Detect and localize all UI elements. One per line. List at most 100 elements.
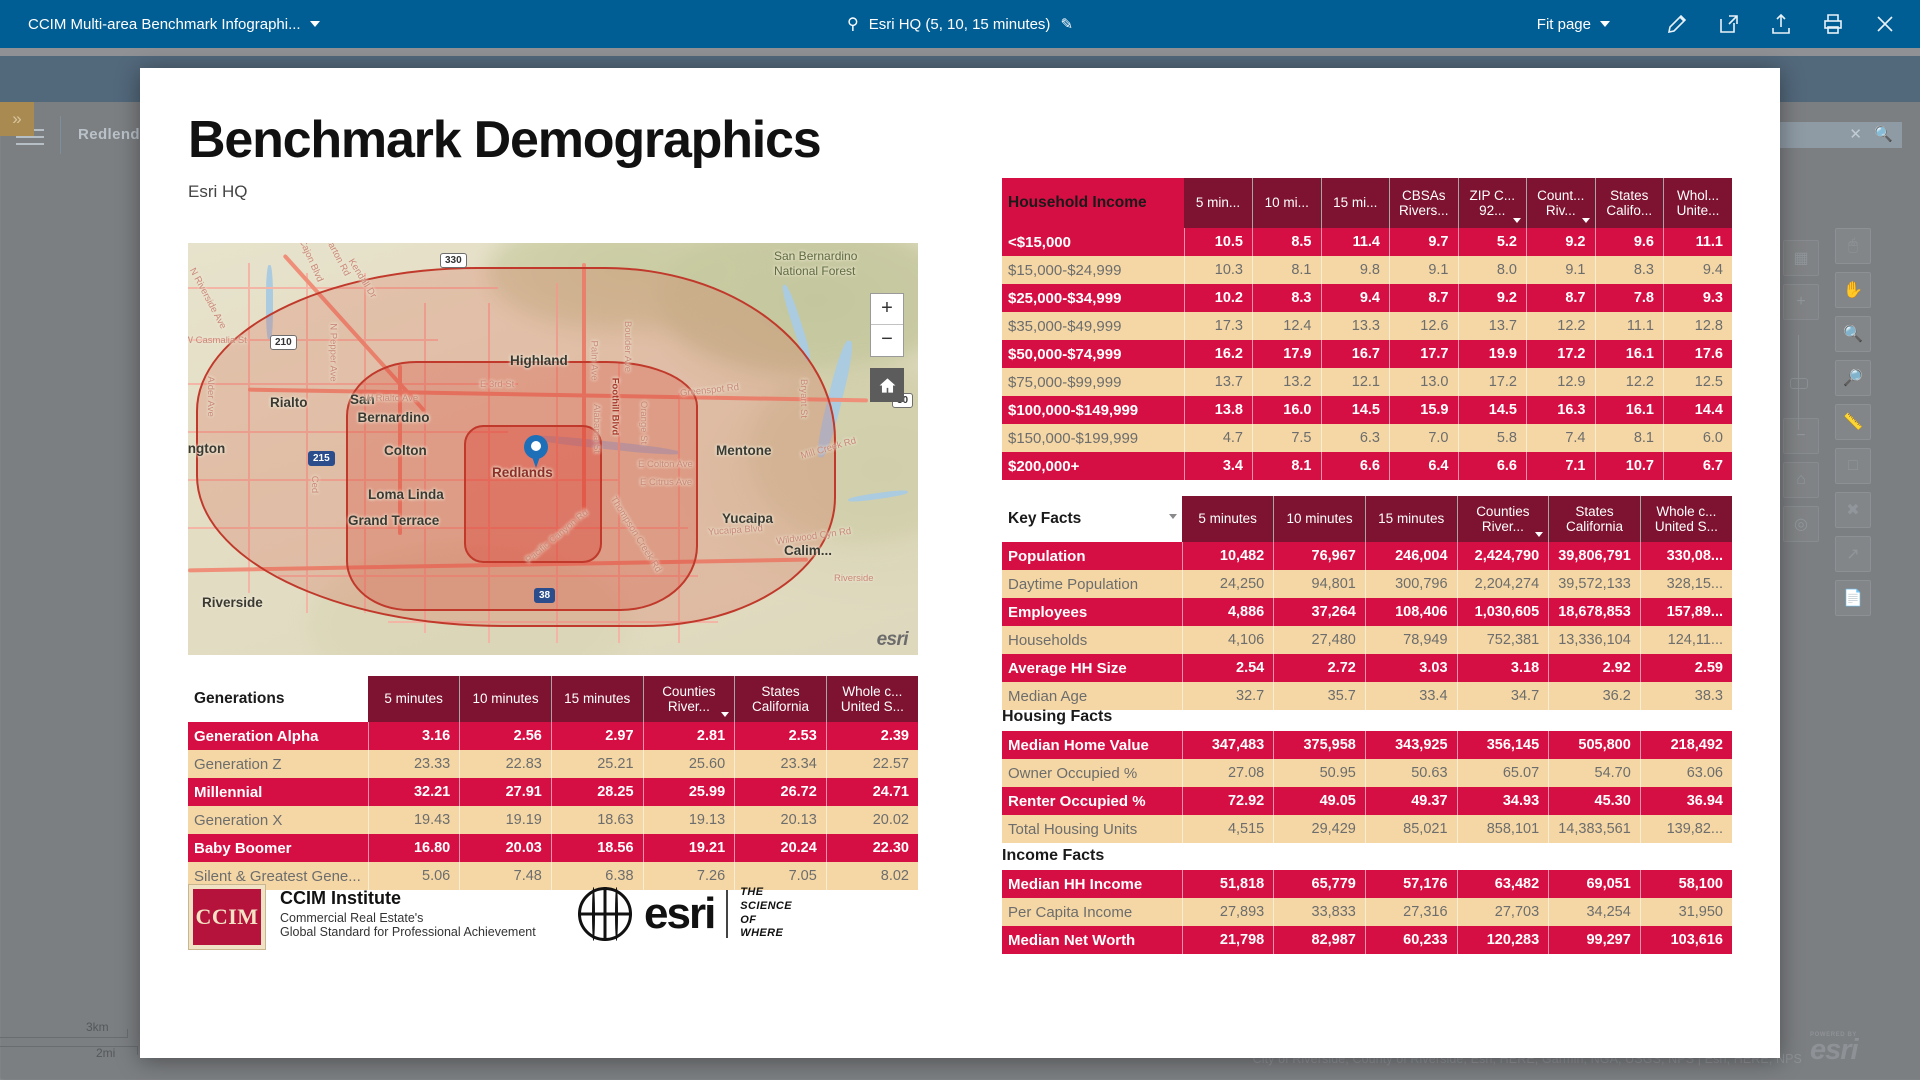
export-pdf-icon[interactable]: 📄 <box>1835 580 1871 616</box>
map-home-button[interactable] <box>870 368 904 402</box>
column-header-1[interactable]: 5 minutes <box>368 676 460 722</box>
data-cell: 343,925 <box>1365 731 1457 759</box>
data-cell: 25.99 <box>643 778 735 806</box>
key-facts-dropdown[interactable]: Key Facts <box>1002 496 1182 542</box>
clear-search-icon[interactable]: ✕ <box>1849 125 1862 143</box>
income-facts-table: Median HH Income51,81865,77957,17663,482… <box>1002 870 1732 954</box>
data-cell: 24.71 <box>826 778 918 806</box>
locate-icon[interactable]: ◎ <box>1783 506 1819 542</box>
table-row: Total Housing Units4,51529,42985,021858,… <box>1002 815 1732 843</box>
map-label-calim: Calim... <box>784 543 832 558</box>
data-cell: 27.08 <box>1182 759 1274 787</box>
close-icon[interactable] <box>1872 11 1898 37</box>
column-header-2[interactable]: 10 minutes <box>460 676 552 722</box>
data-cell: 65.07 <box>1457 759 1549 787</box>
data-cell: 7.4 <box>1527 424 1596 452</box>
column-header-7[interactable]: StatesCalifo... <box>1595 178 1664 228</box>
data-cell: 17.2 <box>1527 340 1596 368</box>
column-header-4[interactable]: CountiesRiver... <box>643 676 735 722</box>
share-icon[interactable] <box>1716 11 1742 37</box>
chevron-down-icon[interactable] <box>1582 218 1590 223</box>
zoom-out-tool-icon[interactable]: 🔎 <box>1835 360 1871 396</box>
data-cell: 2.39 <box>826 722 918 750</box>
data-cell: 12.1 <box>1321 368 1390 396</box>
column-header-3[interactable]: 15 minutes <box>551 676 643 722</box>
data-cell: 3.16 <box>368 722 460 750</box>
column-header-line: CBSAs <box>1395 188 1453 203</box>
zoom-in-tool-icon[interactable]: 🔍 <box>1835 316 1871 352</box>
column-header-3[interactable]: 15 mi... <box>1321 178 1390 228</box>
data-cell: 9.4 <box>1321 284 1390 312</box>
column-header-2[interactable]: 10 minutes <box>1274 496 1366 542</box>
data-cell: 8.7 <box>1390 284 1459 312</box>
draw-tool-icon[interactable]: □ <box>1835 448 1871 484</box>
home-extent-icon[interactable]: ⌂ <box>1783 462 1819 498</box>
column-header-1[interactable]: 5 min... <box>1184 178 1253 228</box>
zoom-out-icon[interactable]: − <box>1783 418 1819 454</box>
column-header-4[interactable]: CBSAsRivers... <box>1390 178 1459 228</box>
column-header-4[interactable]: CountiesRiver... <box>1457 496 1549 542</box>
column-header-5[interactable]: StatesCalifornia <box>735 676 827 722</box>
page-subtitle: Esri HQ <box>188 182 918 202</box>
income-table-title: Household Income <box>1002 178 1184 228</box>
rename-location-icon[interactable]: ✎ <box>1060 15 1073 33</box>
data-cell: 11.1 <box>1595 312 1664 340</box>
share-tool-icon[interactable]: ↗ <box>1835 536 1871 572</box>
column-header-line: 15 minutes <box>1371 511 1452 526</box>
column-header-2[interactable]: 10 mi... <box>1253 178 1322 228</box>
edit-pencil-icon[interactable] <box>1664 11 1690 37</box>
column-header-6[interactable]: Whole c...United S... <box>1640 496 1732 542</box>
data-cell: 300,796 <box>1365 570 1457 598</box>
chevron-down-icon[interactable] <box>721 712 729 717</box>
ccim-logo-caption: CCIM Institute Commercial Real Estate's … <box>280 888 536 939</box>
row-label: $35,000-$49,999 <box>1002 312 1184 340</box>
esri-logo-block: esri THESCIENCEOFWHERE <box>578 886 792 941</box>
data-cell: 69,051 <box>1549 870 1641 898</box>
data-cell: 19.13 <box>643 806 735 834</box>
data-cell: 16.7 <box>1321 340 1390 368</box>
measure-tool-icon[interactable]: 📏 <box>1835 404 1871 440</box>
data-cell: 16.0 <box>1253 396 1322 424</box>
benchmark-map[interactable]: 330 210 215 38 30 San BernardinoNational… <box>188 243 918 655</box>
map-label-colton: Colton <box>384 443 427 458</box>
zoom-in-button[interactable]: + <box>871 294 903 325</box>
expand-panel-button[interactable]: » <box>0 102 34 136</box>
column-header-6[interactable]: Whole c...United S... <box>826 676 918 722</box>
print-icon[interactable] <box>1820 11 1846 37</box>
zoom-out-button[interactable]: − <box>871 325 903 356</box>
column-header-1[interactable]: 5 minutes <box>1182 496 1274 542</box>
export-icon[interactable] <box>1768 11 1794 37</box>
ccim-tagline-2: Global Standard for Professional Achieve… <box>280 925 536 939</box>
row-label: $200,000+ <box>1002 452 1184 480</box>
document-title-menu[interactable]: CCIM Multi-area Benchmark Infographi... <box>28 16 320 33</box>
chevron-down-icon[interactable] <box>1513 218 1521 223</box>
column-header-8[interactable]: Whol...Unite... <box>1664 178 1733 228</box>
basemap-gallery-icon[interactable]: ▦ <box>1783 240 1819 276</box>
column-header-5[interactable]: ZIP C...92... <box>1458 178 1527 228</box>
zoom-in-icon[interactable]: + <box>1783 284 1819 320</box>
road-label: Alabama St <box>591 404 602 453</box>
clear-tool-icon[interactable]: ✖ <box>1835 492 1871 528</box>
data-cell: 11.4 <box>1321 228 1390 256</box>
column-header-6[interactable]: Count...Riv... <box>1527 178 1596 228</box>
column-header-5[interactable]: StatesCalifornia <box>1549 496 1641 542</box>
search-icon[interactable]: 🔍 <box>1874 125 1893 143</box>
column-header-3[interactable]: 15 minutes <box>1365 496 1457 542</box>
chevron-down-icon[interactable] <box>1169 514 1177 519</box>
select-tool-icon[interactable]: 🖱 <box>1835 228 1871 264</box>
zoom-slider-handle[interactable] <box>1790 378 1808 389</box>
row-label: Median Home Value <box>1002 731 1182 759</box>
chevron-down-icon[interactable] <box>1535 532 1543 537</box>
data-cell: 4.7 <box>1184 424 1253 452</box>
data-cell: 9.6 <box>1595 228 1664 256</box>
chevron-down-icon[interactable] <box>310 21 320 27</box>
data-cell: 8.7 <box>1527 284 1596 312</box>
chevron-down-icon[interactable] <box>1600 21 1610 27</box>
data-cell: 6.0 <box>1664 424 1733 452</box>
pan-tool-icon[interactable]: ✋ <box>1835 272 1871 308</box>
data-cell: 32.21 <box>368 778 460 806</box>
data-cell: 12.8 <box>1664 312 1733 340</box>
zoom-level-dropdown[interactable]: Fit page <box>1537 16 1610 33</box>
row-label: Employees <box>1002 598 1182 626</box>
data-cell: 139,82... <box>1640 815 1732 843</box>
